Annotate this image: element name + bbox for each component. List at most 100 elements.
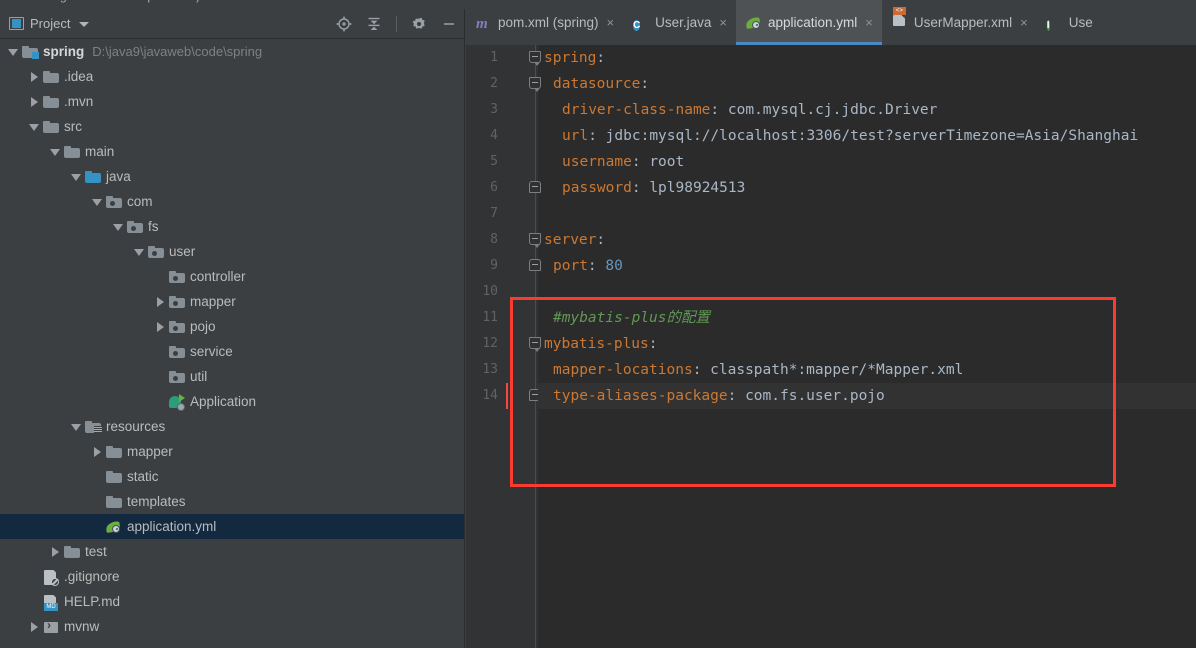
chevron-right-icon[interactable]: [155, 296, 165, 307]
code-line[interactable]: username: root: [538, 149, 1196, 175]
code-line[interactable]: [538, 279, 1196, 305]
editor-tab-pom-xml-spring-[interactable]: m pom.xml (spring) ×: [466, 0, 623, 45]
chevron-right-icon[interactable]: [92, 446, 102, 457]
editor-pane: m pom.xml (spring) × C User.java × application…: [466, 0, 1196, 648]
code-line[interactable]: mybatis-plus:: [538, 331, 1196, 357]
editor-tab-bar[interactable]: m pom.xml (spring) × C User.java × application…: [466, 0, 1196, 45]
tree-item-fs[interactable]: fs: [0, 214, 465, 239]
code-token: :: [727, 388, 746, 404]
close-icon[interactable]: ×: [607, 16, 615, 29]
code-line[interactable]: [538, 201, 1196, 227]
code-line[interactable]: port: 80: [538, 253, 1196, 279]
code-line-text: mapper-locations: classpath*:mapper/*Map…: [553, 362, 963, 378]
code-content[interactable]: spring: datasource: driver-class-name: com…: [506, 45, 1196, 648]
tree-item-test[interactable]: test: [0, 539, 465, 564]
class-icon: C: [633, 19, 641, 31]
tree-item-mapper[interactable]: mapper: [0, 439, 465, 464]
editor-tab-usermapper-xml[interactable]: <> UserMapper.xml ×: [882, 0, 1037, 45]
chevron-down-icon[interactable]: [71, 422, 81, 432]
tree-item-help-md[interactable]: MD HELP.md: [0, 589, 465, 614]
tree-item-spring[interactable]: spring D:\java9\javaweb\code\spring: [0, 39, 465, 64]
close-icon[interactable]: ×: [1020, 16, 1028, 29]
chevron-down-icon[interactable]: [134, 247, 144, 257]
code-token: jdbc:mysql://localhost:3306/test?serverT…: [605, 128, 1139, 144]
code-line-text: password: lpl98924513: [562, 180, 745, 196]
code-token: type-aliases-package: [553, 388, 728, 404]
editor-tab-label: pom.xml (spring): [498, 15, 599, 30]
editor-tab-user-java[interactable]: C User.java ×: [623, 0, 736, 45]
minimize-icon[interactable]: [441, 16, 457, 32]
code-line[interactable]: #mybatis-plus的配置: [538, 305, 1196, 331]
code-line[interactable]: type-aliases-package: com.fs.user.pojo: [506, 383, 1196, 409]
line-number: 12: [482, 336, 498, 351]
tree-item-com[interactable]: com: [0, 189, 465, 214]
code-line[interactable]: url: jdbc:mysql://localhost:3306/test?se…: [538, 123, 1196, 149]
editor-tab-application-yml[interactable]: application.yml ×: [736, 0, 882, 45]
chevron-right-icon[interactable]: [50, 546, 60, 557]
tree-item-application[interactable]: Application: [0, 389, 465, 414]
collapse-all-icon[interactable]: [366, 16, 382, 32]
code-line[interactable]: driver-class-name: com.mysql.cj.jdbc.Dri…: [538, 97, 1196, 123]
tree-item-controller[interactable]: controller: [0, 264, 465, 289]
project-tree[interactable]: spring D:\java9\javaweb\code\spring .idea.…: [0, 39, 465, 648]
close-icon[interactable]: ×: [865, 16, 873, 29]
code-token: :: [692, 362, 711, 378]
chevron-down-icon[interactable]: [92, 197, 102, 207]
tree-item-util[interactable]: util: [0, 364, 465, 389]
project-title-group[interactable]: Project: [0, 16, 90, 31]
tree-item-templates[interactable]: templates: [0, 489, 465, 514]
tree-item--mvn[interactable]: .mvn: [0, 89, 465, 114]
tree-item-resources[interactable]: resources: [0, 414, 465, 439]
code-token: root: [649, 154, 685, 170]
tree-item-java[interactable]: java: [0, 164, 465, 189]
code-editor[interactable]: 1 2 3 4 5 6 7 8 9 10 11 12 13 14 spring: datasource: dr…: [466, 45, 1196, 648]
chevron-down-icon[interactable]: [29, 122, 39, 132]
code-line[interactable]: mapper-locations: classpath*:mapper/*Map…: [538, 357, 1196, 383]
chevron-right-icon[interactable]: [29, 96, 39, 107]
code-line[interactable]: datasource:: [538, 71, 1196, 97]
code-token: :: [648, 336, 658, 352]
tree-item-label: resources: [106, 419, 166, 434]
chevron-right-icon[interactable]: [155, 321, 165, 332]
code-line-text: port: 80: [553, 258, 623, 274]
editor-gutter[interactable]: 1 2 3 4 5 6 7 8 9 10 11 12 13 14: [466, 45, 538, 648]
chevron-down-icon[interactable]: [50, 147, 60, 157]
editor-tab-use[interactable]: I Use: [1037, 0, 1102, 45]
tree-item-src[interactable]: src: [0, 114, 465, 139]
code-line[interactable]: spring:: [538, 45, 1196, 71]
chevron-down-icon[interactable]: [8, 47, 18, 57]
folder-plain-icon: [64, 544, 81, 560]
chevron-down-icon[interactable]: [113, 222, 123, 232]
tree-item-mvnw[interactable]: mvnw: [0, 614, 465, 639]
tree-item-pojo[interactable]: pojo: [0, 314, 465, 339]
gear-icon[interactable]: [411, 16, 427, 32]
tree-item-label: java: [106, 169, 131, 184]
line-number: 11: [482, 310, 498, 325]
code-token: :: [596, 50, 606, 66]
code-line[interactable]: password: lpl98924513: [538, 175, 1196, 201]
code-line[interactable]: server:: [538, 227, 1196, 253]
project-window-icon: [9, 17, 24, 30]
chevron-right-icon[interactable]: [29, 621, 39, 632]
chevron-down-icon[interactable]: [71, 172, 81, 182]
tree-item--gitignore[interactable]: .gitignore: [0, 564, 465, 589]
code-token: mybatis-plus: [544, 336, 649, 352]
code-token: com.fs.user.pojo: [745, 388, 885, 404]
tree-item-mapper[interactable]: mapper: [0, 289, 465, 314]
tree-item--idea[interactable]: .idea: [0, 64, 465, 89]
code-token: :: [631, 154, 650, 170]
folder-package-icon: [127, 219, 144, 235]
chevron-down-icon[interactable]: [79, 22, 90, 27]
locate-icon[interactable]: [336, 16, 352, 32]
tree-item-main[interactable]: main: [0, 139, 465, 164]
tree-item-user[interactable]: user: [0, 239, 465, 264]
folder-package-icon: [148, 244, 165, 260]
tree-item-static[interactable]: static: [0, 464, 465, 489]
code-token: spring: [544, 50, 597, 66]
close-icon[interactable]: ×: [719, 16, 727, 29]
tree-item-service[interactable]: service: [0, 339, 465, 364]
chevron-right-icon[interactable]: [29, 71, 39, 82]
folder-plain-icon: [43, 119, 60, 135]
tree-item-application-yml[interactable]: application.yml: [0, 514, 465, 539]
